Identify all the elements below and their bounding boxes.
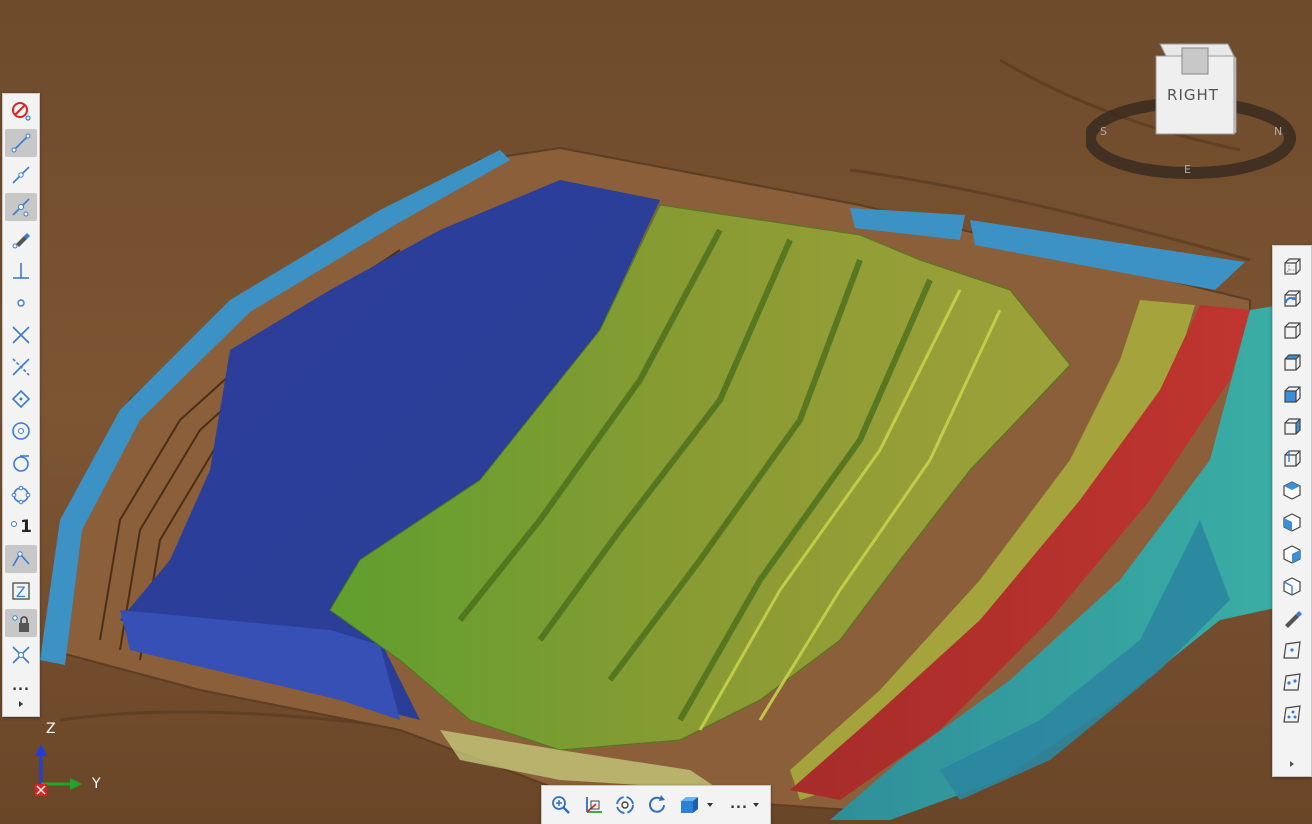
snap-nearest-icon[interactable] <box>5 193 37 221</box>
cube-iso-1-icon[interactable] <box>1276 476 1308 504</box>
cube-iso-2-icon[interactable] <box>1276 508 1308 536</box>
expand-arrow-icon[interactable] <box>1276 754 1308 774</box>
cube-side-face[interactable] <box>1233 54 1237 136</box>
snap-point-icon[interactable] <box>5 289 37 317</box>
point-frame-2-icon[interactable] <box>1276 668 1308 696</box>
axis-triad-graphic <box>35 744 82 796</box>
shaded-cube-icon[interactable] <box>674 790 704 820</box>
navigation-cube[interactable]: S E N <box>1086 36 1296 181</box>
axis-label-y: Y <box>92 776 101 792</box>
cube-iso-4-icon[interactable] <box>1276 572 1308 600</box>
refresh-rotate-icon[interactable] <box>642 790 672 820</box>
snap-vertex-icon[interactable] <box>5 545 37 573</box>
snap-midpoint-icon[interactable] <box>5 161 37 189</box>
snap-perpendicular-icon[interactable] <box>5 257 37 285</box>
cube-view-right-icon[interactable] <box>1276 412 1308 440</box>
bottom-toolbar: ... <box>541 785 771 824</box>
svg-text:Z: Z <box>16 585 26 601</box>
snap-line-icon[interactable] <box>5 129 37 157</box>
snap-extension-icon[interactable] <box>5 641 37 669</box>
dropdown-arrow-icon[interactable] <box>702 790 718 820</box>
snap-toolbar: 1 Z ... <box>2 93 40 717</box>
orbit-icon[interactable] <box>610 790 640 820</box>
no-snap-icon[interactable] <box>5 97 37 125</box>
more-icon[interactable]: ... <box>728 790 750 820</box>
pen-icon[interactable] <box>1276 604 1308 632</box>
wireframe-cube-icon[interactable] <box>1276 252 1308 280</box>
cube-face-label: RIGHT <box>1167 86 1219 104</box>
more-label: ... <box>730 797 748 812</box>
cube-corner-handle[interactable] <box>1181 47 1209 75</box>
dropdown-arrow-icon[interactable] <box>748 790 764 820</box>
compass-label-e: E <box>1184 163 1191 176</box>
expand-arrow-icon[interactable] <box>5 694 37 714</box>
snap-quadrant-icon[interactable] <box>5 385 37 413</box>
axis-triad: Z Y <box>28 718 118 810</box>
axes-zoom-icon[interactable] <box>578 790 608 820</box>
snap-circle-points-icon[interactable] <box>5 481 37 509</box>
compass-label-n: N <box>1274 125 1282 138</box>
cube-view-front-icon[interactable] <box>1276 316 1308 344</box>
snap-apparent-intersection-icon[interactable] <box>5 353 37 381</box>
snap-lock-icon[interactable] <box>5 609 37 637</box>
axis-label-z: Z <box>46 721 56 737</box>
point-frame-3-icon[interactable] <box>1276 700 1308 728</box>
rotate-cube-icon[interactable] <box>1276 284 1308 312</box>
snap-single-label: 1 <box>20 517 32 537</box>
point-frame-1-icon[interactable] <box>1276 636 1308 664</box>
cube-iso-3-icon[interactable] <box>1276 540 1308 568</box>
cube-view-back-icon[interactable] <box>1276 444 1308 472</box>
compass-label-s: S <box>1100 125 1107 138</box>
more-label: ... <box>12 679 30 694</box>
snap-intersection-icon[interactable] <box>5 321 37 349</box>
cube-view-left-icon[interactable] <box>1276 380 1308 408</box>
snap-single-icon[interactable]: 1 <box>5 513 37 541</box>
snap-tangent-icon[interactable] <box>5 449 37 477</box>
snap-point-pick-icon[interactable] <box>5 225 37 253</box>
zoom-icon[interactable] <box>546 790 576 820</box>
view-toolbar <box>1272 245 1312 777</box>
snap-center-icon[interactable] <box>5 417 37 445</box>
snap-z-icon[interactable]: Z <box>5 577 37 605</box>
cube-view-top-icon[interactable] <box>1276 348 1308 376</box>
